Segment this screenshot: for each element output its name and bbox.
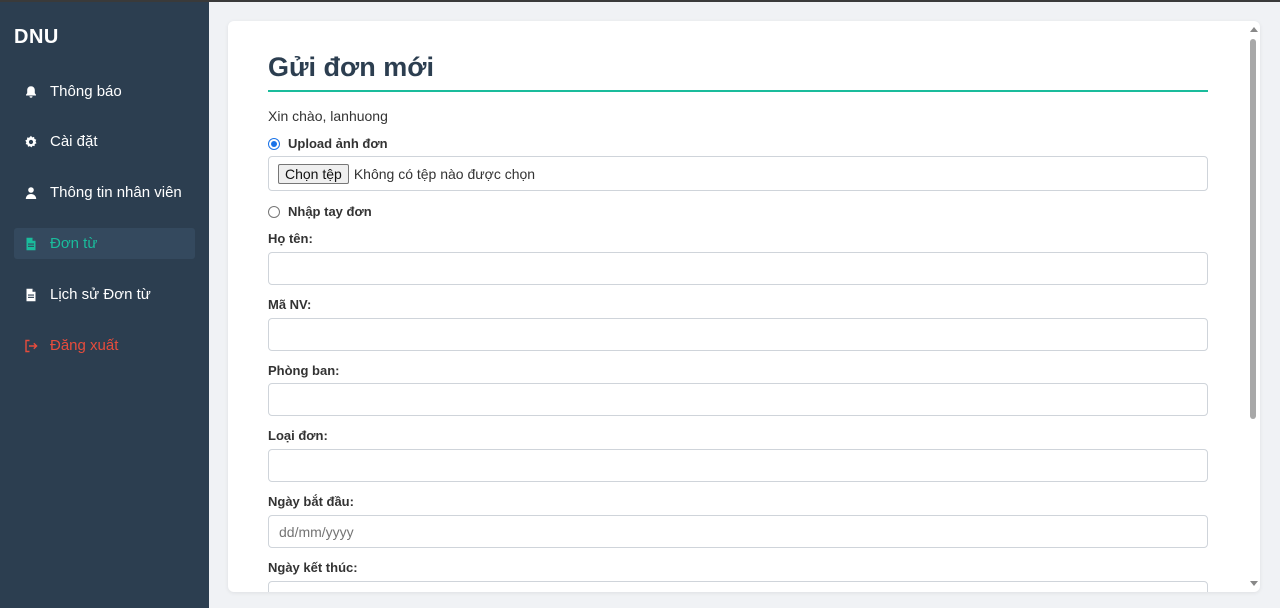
department-input[interactable] xyxy=(268,383,1208,416)
gear-icon xyxy=(24,135,38,149)
sidebar-item-label: Đơn từ xyxy=(50,235,98,252)
sidebar-item-logout[interactable]: Đăng xuất xyxy=(14,330,195,361)
scroll-up-arrow-icon[interactable] xyxy=(1250,27,1258,32)
file-status-text: Không có tệp nào được chọn xyxy=(353,165,536,182)
sidebar-item-requests[interactable]: Đơn từ xyxy=(14,228,195,259)
department-label: Phòng ban: xyxy=(268,363,340,378)
sidebar-item-label: Lịch sử Đơn từ xyxy=(50,286,151,303)
manual-option-label: Nhập tay đơn xyxy=(288,204,372,219)
scroll-down-arrow-icon[interactable] xyxy=(1250,581,1258,586)
start-date-label: Ngày bắt đầu: xyxy=(268,494,354,509)
file-upload-field[interactable]: Chọn tệp Không có tệp nào được chọn xyxy=(268,156,1208,191)
manual-option-radio[interactable]: Nhập tay đơn xyxy=(268,204,372,219)
radio-button-unchecked[interactable] xyxy=(268,205,280,218)
sidebar-item-label: Thông báo xyxy=(50,83,122,100)
brand-logo: DNU xyxy=(14,26,59,48)
user-icon xyxy=(24,186,38,200)
request-type-input[interactable] xyxy=(268,449,1208,482)
sidebar-item-label: Đăng xuất xyxy=(50,337,119,354)
request-form-card: Gửi đơn mới Xin chào, lanhuong Upload ản… xyxy=(228,21,1260,592)
title-divider xyxy=(268,90,1208,92)
end-date-label: Ngày kết thúc: xyxy=(268,560,358,575)
bell-icon xyxy=(24,85,38,99)
logout-icon xyxy=(24,339,38,353)
upload-option-label: Upload ảnh đơn xyxy=(288,136,388,151)
employee-id-input[interactable] xyxy=(268,318,1208,351)
page-title: Gửi đơn mới xyxy=(268,52,434,82)
request-type-label: Loại đơn: xyxy=(268,428,328,443)
full-name-label: Họ tên: xyxy=(268,231,313,246)
sidebar-item-notifications[interactable]: Thông báo xyxy=(14,76,195,107)
sidebar-item-employee-info[interactable]: Thông tin nhân viên xyxy=(14,177,195,208)
document-icon xyxy=(24,288,38,302)
upload-option-radio[interactable]: Upload ảnh đơn xyxy=(268,136,388,151)
sidebar: DNU Thông báo Cài đặt Thông tin nhân viê… xyxy=(0,2,209,608)
sidebar-item-label: Cài đặt xyxy=(50,133,98,150)
page-scrollbar[interactable] xyxy=(1247,21,1260,592)
sidebar-item-request-history[interactable]: Lịch sử Đơn từ xyxy=(14,279,195,310)
end-date-input[interactable] xyxy=(268,581,1208,592)
sidebar-item-label: Thông tin nhân viên xyxy=(50,184,182,201)
employee-id-label: Mã NV: xyxy=(268,297,312,312)
sidebar-item-settings[interactable]: Cài đặt xyxy=(14,126,195,157)
choose-file-button[interactable]: Chọn tệp xyxy=(278,163,349,184)
scrollbar-thumb[interactable] xyxy=(1250,39,1256,419)
document-icon xyxy=(24,237,38,251)
greeting-text: Xin chào, lanhuong xyxy=(268,108,388,124)
full-name-input[interactable] xyxy=(268,252,1208,285)
radio-button-checked[interactable] xyxy=(268,137,280,150)
start-date-input[interactable] xyxy=(268,515,1208,548)
